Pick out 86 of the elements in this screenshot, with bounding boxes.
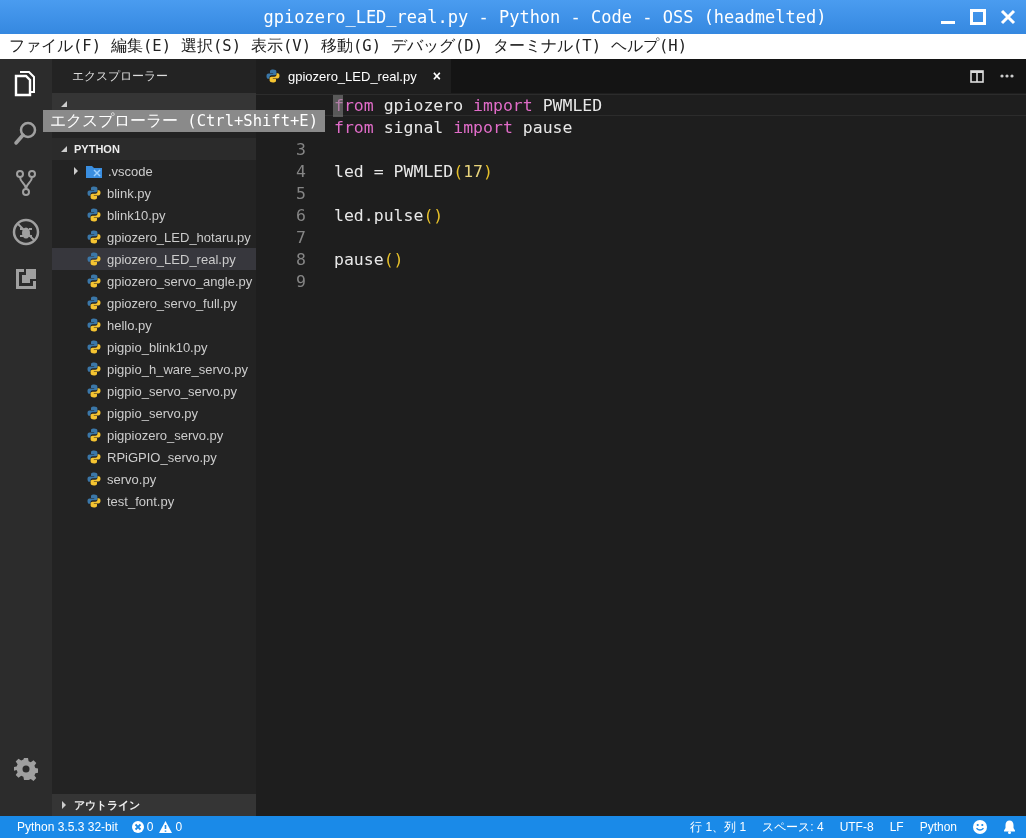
smiley-icon[interactable] bbox=[973, 820, 987, 834]
file-item[interactable]: pigpio_servo.py bbox=[52, 402, 256, 424]
split-editor-icon[interactable] bbox=[970, 69, 984, 83]
bug-icon[interactable] bbox=[12, 218, 40, 246]
error-count[interactable]: 0 bbox=[146, 820, 154, 834]
file-item[interactable]: hello.py bbox=[52, 314, 256, 336]
file-item[interactable]: test_font.py bbox=[52, 490, 256, 512]
file-item[interactable]: .vscode bbox=[52, 160, 256, 182]
warning-icon[interactable] bbox=[159, 821, 173, 833]
code-line: from gpiozero import PWMLED bbox=[334, 95, 603, 115]
menu-item[interactable]: 移動(G) bbox=[316, 36, 386, 57]
file-item[interactable]: pigpio_blink10.py bbox=[52, 336, 256, 358]
python-file-icon bbox=[87, 208, 101, 222]
menu-item[interactable]: ヘルプ(H) bbox=[606, 36, 692, 57]
line-number: 3 bbox=[295, 139, 306, 159]
file-item[interactable]: RPiGPIO_servo.py bbox=[52, 446, 256, 468]
menu-item[interactable]: ターミナル(T) bbox=[488, 36, 606, 57]
code-line: led.pulse() bbox=[334, 205, 444, 225]
python-file-icon bbox=[87, 340, 101, 354]
menu-item[interactable]: 選択(S) bbox=[176, 36, 246, 57]
files-icon[interactable] bbox=[14, 71, 38, 97]
line-number: 6 bbox=[295, 205, 306, 225]
indentation-status[interactable]: スペース: 4 bbox=[762, 818, 824, 836]
disclosure-icon[interactable] bbox=[60, 145, 68, 153]
bell-icon[interactable] bbox=[1003, 820, 1016, 834]
language-status[interactable]: Python bbox=[919, 820, 957, 834]
menu-item[interactable]: 編集(E) bbox=[106, 36, 176, 57]
line-number: 9 bbox=[295, 271, 306, 291]
python-file-icon bbox=[87, 428, 101, 442]
python-file-icon bbox=[87, 384, 101, 398]
folder-icon bbox=[86, 164, 102, 178]
python-file-icon bbox=[87, 296, 101, 310]
branch-icon[interactable] bbox=[15, 169, 37, 197]
code-line: pause() bbox=[334, 249, 404, 269]
line-ending-status[interactable]: LF bbox=[889, 820, 904, 834]
section-header[interactable]: アウトライン bbox=[52, 794, 256, 816]
menu-item[interactable]: ファイル(F) bbox=[4, 36, 106, 57]
code-line: led = PWMLED(17) bbox=[334, 161, 493, 181]
search-icon[interactable] bbox=[13, 120, 39, 146]
file-item[interactable]: gpiozero_LED_hotaru.py bbox=[52, 226, 256, 248]
line-number: 4 bbox=[295, 161, 306, 181]
disclosure-icon[interactable] bbox=[60, 100, 68, 108]
python-file-icon bbox=[266, 69, 280, 83]
python-file-icon bbox=[87, 318, 101, 332]
window-title: gpiozero_LED_real.py - Python - Code - OSS (headmelted) bbox=[262, 7, 828, 27]
menu-item[interactable]: 表示(V) bbox=[246, 36, 316, 57]
python-file-icon bbox=[87, 230, 101, 244]
file-item[interactable]: pigpiozero_servo.py bbox=[52, 424, 256, 446]
code-line: from signal import pause bbox=[334, 117, 573, 137]
settings-icon[interactable] bbox=[14, 757, 38, 781]
python-file-icon bbox=[87, 186, 101, 200]
python-file-icon bbox=[87, 494, 101, 508]
python-file-icon bbox=[87, 406, 101, 420]
file-item[interactable]: pigpio_servo_servo.py bbox=[52, 380, 256, 402]
line-number: 5 bbox=[295, 183, 306, 203]
warning-count[interactable]: 0 bbox=[175, 820, 183, 834]
file-item[interactable]: gpiozero_LED_real.py bbox=[52, 248, 256, 270]
file-item[interactable]: blink.py bbox=[52, 182, 256, 204]
close-tab-button[interactable]: × bbox=[432, 68, 441, 84]
close-icon[interactable] bbox=[1000, 9, 1016, 25]
line-number: 7 bbox=[295, 227, 306, 247]
file-item[interactable]: blink10.py bbox=[52, 204, 256, 226]
editor-tab[interactable]: gpiozero_LED_real.py × bbox=[256, 59, 451, 93]
cursor-position[interactable]: 行 1、列 1 bbox=[690, 818, 747, 836]
interpreter-status[interactable]: Python 3.5.3 32-bit bbox=[17, 820, 118, 834]
line-number: 8 bbox=[295, 249, 306, 269]
file-item[interactable]: servo.py bbox=[52, 468, 256, 490]
disclosure-icon[interactable] bbox=[60, 801, 68, 809]
python-file-icon bbox=[87, 252, 101, 266]
menu-item[interactable]: デバッグ(D) bbox=[386, 36, 488, 57]
more-icon[interactable] bbox=[1000, 74, 1014, 78]
tooltip: エクスプローラー (Ctrl+Shift+E) bbox=[43, 110, 325, 132]
file-item[interactable]: pigpio_h_ware_servo.py bbox=[52, 358, 256, 380]
file-item[interactable]: gpiozero_servo_angle.py bbox=[52, 270, 256, 292]
section-header[interactable]: PYTHON bbox=[52, 138, 256, 160]
sidebar-title: エクスプローラー bbox=[71, 68, 169, 84]
file-item[interactable]: gpiozero_servo_full.py bbox=[52, 292, 256, 314]
maximize-icon[interactable] bbox=[970, 9, 986, 25]
encoding-status[interactable]: UTF-8 bbox=[839, 820, 874, 834]
extensions-icon[interactable] bbox=[14, 267, 38, 291]
python-file-icon bbox=[87, 472, 101, 486]
disclosure-icon[interactable] bbox=[72, 167, 80, 175]
error-icon[interactable] bbox=[131, 821, 144, 833]
python-file-icon bbox=[87, 450, 101, 464]
python-file-icon bbox=[87, 362, 101, 376]
python-file-icon bbox=[87, 274, 101, 288]
